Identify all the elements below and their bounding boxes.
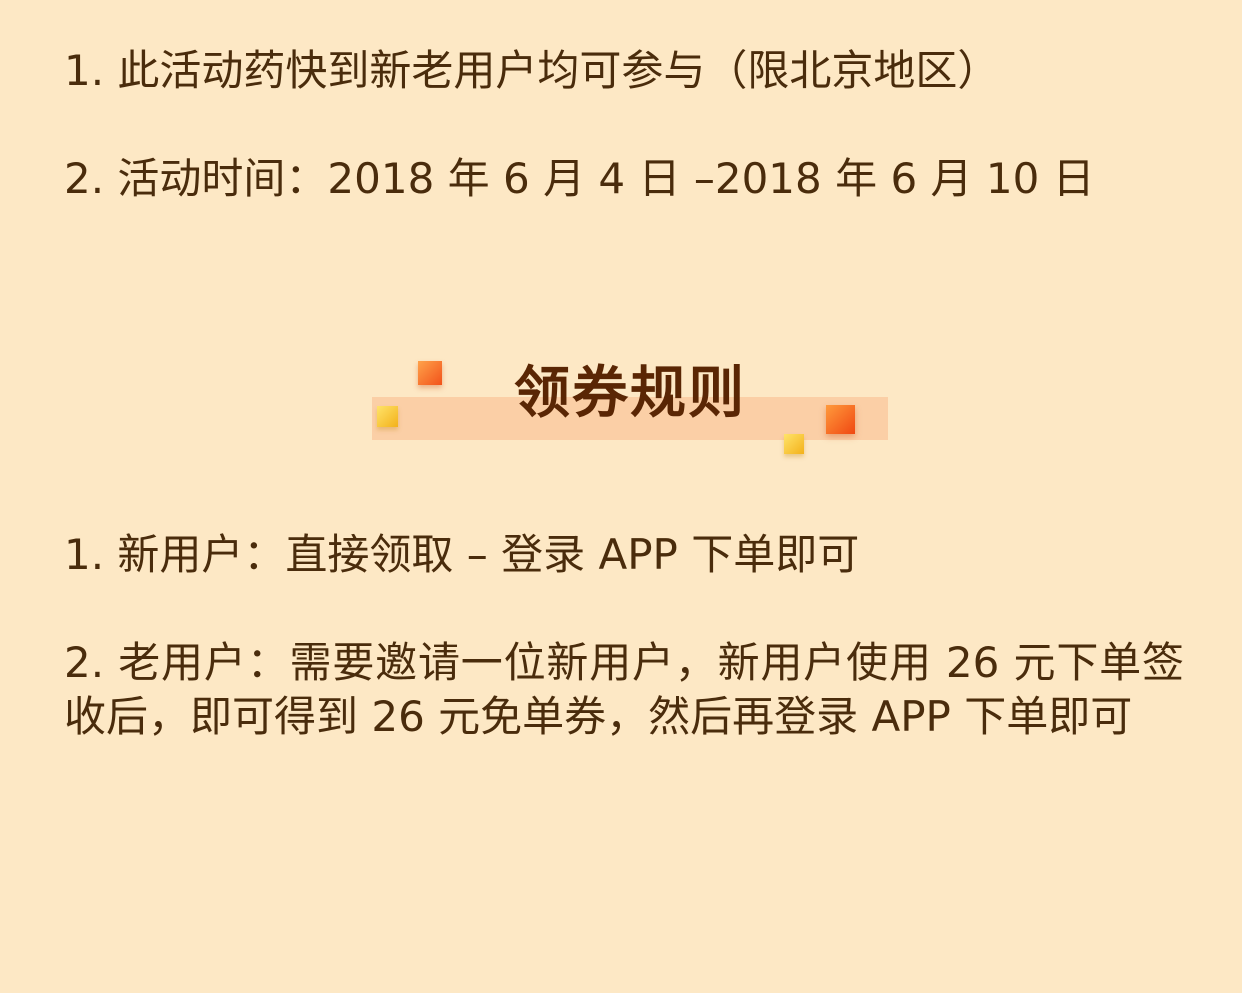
- coupon-rule-2: 2. 老用户：需要邀请一位新用户，新用户使用 26 元下单签收后，即可得到 26…: [64, 638, 1184, 741]
- coupon-rule-1: 1. 新用户：直接领取 – 登录 APP 下单即可: [64, 530, 860, 579]
- activity-rule-2: 2. 活动时间：2018 年 6 月 4 日 –2018 年 6 月 10 日: [64, 154, 1095, 203]
- activity-rule-1: 1. 此活动药快到新老用户均可参与（限北京地区）: [64, 46, 1000, 95]
- decorative-square-yellow: [784, 434, 804, 454]
- section-title: 领券规则: [514, 361, 746, 426]
